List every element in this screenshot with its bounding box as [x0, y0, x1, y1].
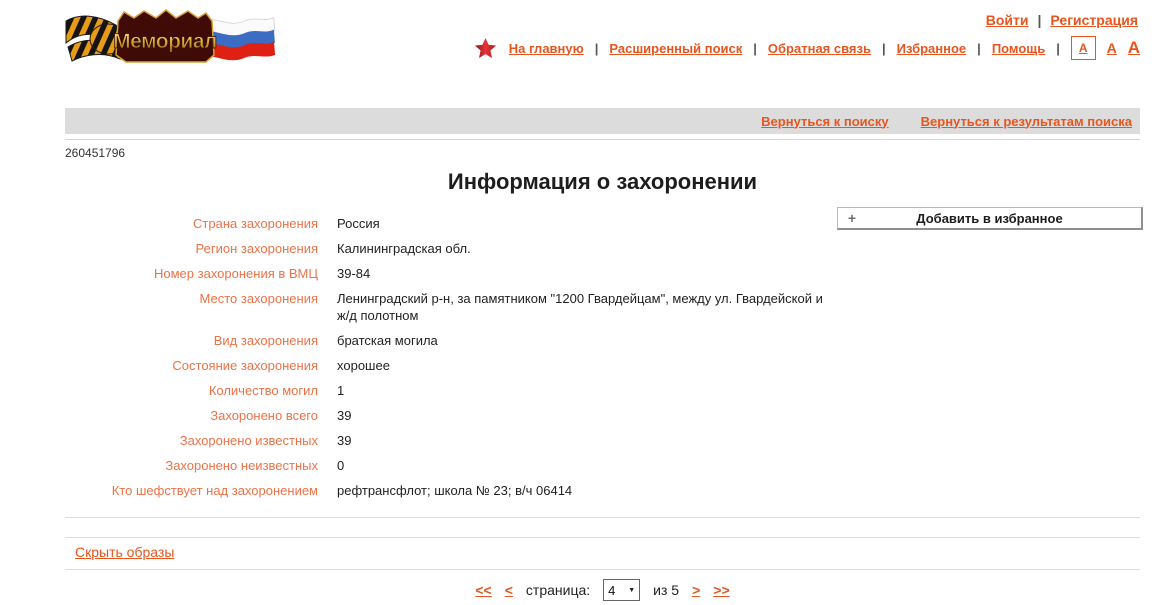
- font-size-small-button[interactable]: А: [1071, 36, 1096, 60]
- memorial-logo[interactable]: Мемориал: [62, 5, 276, 72]
- field-label: Кто шефствует над захоронением: [65, 482, 318, 499]
- field-label: Количество могил: [65, 382, 318, 399]
- separator: |: [753, 41, 757, 56]
- divider: [65, 517, 1140, 518]
- field-row: Количество могил 1: [0, 378, 1164, 403]
- images-section-toggle-row: Скрыть образы: [75, 544, 1164, 562]
- field-value: 0: [337, 457, 837, 474]
- font-size-large-button[interactable]: А: [1128, 38, 1140, 58]
- dropdown-caret-icon: ▼: [628, 587, 635, 594]
- add-to-favorites-label: Добавить в избранное: [866, 211, 1141, 226]
- field-row: Захоронено известных 39: [0, 428, 1164, 453]
- field-row: Захоронено неизвестных 0: [0, 453, 1164, 478]
- font-size-medium-button[interactable]: А: [1107, 40, 1117, 56]
- field-label: Захоронено всего: [65, 407, 318, 424]
- record-id: 260451796: [65, 146, 1164, 160]
- pagination-of-label: из 5: [653, 582, 679, 598]
- burial-info-fields: Страна захоронения Россия Регион захорон…: [0, 211, 1164, 503]
- pagination-page-label: страница:: [526, 582, 590, 598]
- field-label: Состояние захоронения: [65, 357, 318, 374]
- auth-links: Войти | Регистрация: [986, 12, 1138, 28]
- separator: |: [882, 41, 886, 56]
- field-value: 1: [337, 382, 837, 399]
- pagination: << < страница: 4 ▼ из 5 > >>: [65, 579, 1140, 601]
- field-value: 39: [337, 407, 837, 424]
- page-select-value: 4: [608, 583, 615, 598]
- field-value: 39-84: [337, 265, 837, 282]
- divider: [65, 569, 1140, 570]
- pagination-first-link[interactable]: <<: [475, 582, 491, 598]
- separator: |: [1056, 41, 1060, 56]
- field-value: 39: [337, 432, 837, 449]
- field-label: Страна захоронения: [65, 215, 318, 232]
- plus-icon: +: [838, 210, 866, 226]
- pagination-last-link[interactable]: >>: [713, 582, 729, 598]
- field-row: Регион захоронения Калининградская обл.: [0, 236, 1164, 261]
- field-value: Россия: [337, 215, 837, 232]
- nav-help-link[interactable]: Помощь: [992, 41, 1045, 56]
- star-icon: [475, 38, 496, 58]
- nav-advanced-search-link[interactable]: Расширенный поиск: [609, 41, 742, 56]
- field-row: Захоронено всего 39: [0, 403, 1164, 428]
- login-link[interactable]: Войти: [986, 12, 1029, 28]
- field-value: хорошее: [337, 357, 837, 374]
- divider: [65, 139, 1140, 140]
- add-to-favorites-button[interactable]: + Добавить в избранное: [837, 207, 1143, 230]
- nav-home-link[interactable]: На главную: [509, 41, 584, 56]
- field-value: рефтрансфлот; школа № 23; в/ч 06414: [337, 482, 837, 499]
- field-value: Калининградская обл.: [337, 240, 837, 257]
- register-link[interactable]: Регистрация: [1050, 12, 1138, 28]
- separator: |: [595, 41, 599, 56]
- field-row: Кто шефствует над захоронением рефтрансф…: [0, 478, 1164, 503]
- back-to-results-link[interactable]: Вернуться к результатам поиска: [921, 114, 1132, 129]
- page-select[interactable]: 4 ▼: [603, 579, 640, 601]
- logo-text: Мемориал: [113, 30, 217, 53]
- page-title: Информация о захоронении: [65, 168, 1140, 195]
- field-row: Место захоронения Ленинградский р-н, за …: [0, 286, 1164, 328]
- field-label: Регион захоронения: [65, 240, 318, 257]
- return-toolbar: Вернуться к поиску Вернуться к результат…: [65, 108, 1140, 134]
- field-value: братская могила: [337, 332, 837, 349]
- main-nav: На главную | Расширенный поиск | Обратна…: [475, 36, 1140, 60]
- separator: |: [977, 41, 981, 56]
- memorial-logo-image: Мемориал: [62, 5, 276, 67]
- back-to-search-link[interactable]: Вернуться к поиску: [761, 114, 888, 129]
- field-row: Номер захоронения в ВМЦ 39-84: [0, 261, 1164, 286]
- pagination-prev-link[interactable]: <: [505, 582, 513, 598]
- field-label: Захоронено известных: [65, 432, 318, 449]
- nav-feedback-link[interactable]: Обратная связь: [768, 41, 871, 56]
- field-value: Ленинградский р-н, за памятником "1200 Г…: [337, 290, 837, 324]
- page-header: Мемориал Войти | Регистрация На главную …: [0, 0, 1164, 108]
- field-label: Вид захоронения: [65, 332, 318, 349]
- divider: [65, 537, 1140, 538]
- field-label: Захоронено неизвестных: [65, 457, 318, 474]
- field-row: Состояние захоронения хорошее: [0, 353, 1164, 378]
- field-label: Номер захоронения в ВМЦ: [65, 265, 318, 282]
- pagination-next-link[interactable]: >: [692, 582, 700, 598]
- hide-images-link[interactable]: Скрыть образы: [75, 544, 174, 560]
- field-label: Место захоронения: [65, 290, 318, 324]
- nav-favorites-link[interactable]: Избранное: [897, 41, 967, 56]
- separator: |: [1038, 12, 1042, 28]
- field-row: Вид захоронения братская могила: [0, 328, 1164, 353]
